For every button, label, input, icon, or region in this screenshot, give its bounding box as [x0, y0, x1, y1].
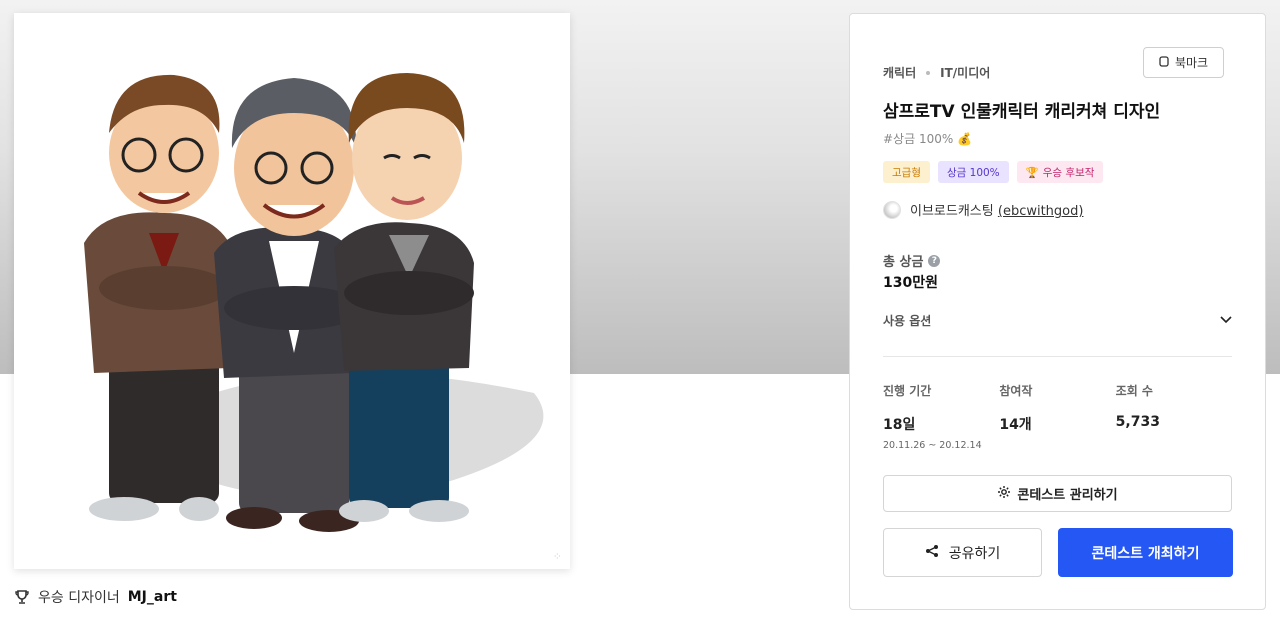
winner-designer: 우승 디자이너 MJ_art — [14, 586, 177, 608]
total-prize-value: 130만원 — [883, 275, 938, 291]
trophy-icon — [14, 589, 30, 605]
stat-period-range: 20.11.26 ~ 20.12.14 — [883, 440, 982, 451]
caricature-illustration — [84, 73, 544, 532]
winner-label: 우승 디자이너 — [38, 590, 120, 606]
stat-period: 진행 기간 18일 20.11.26 ~ 20.12.14 — [883, 382, 999, 451]
total-prize-label: 총 상금 ? — [883, 251, 941, 270]
share-icon — [925, 544, 939, 562]
winner-name[interactable]: MJ_art — [128, 589, 177, 605]
contest-title: 삼프로TV 인물캐릭터 캐리커쳐 디자인 — [883, 102, 1161, 122]
breadcrumb-category[interactable]: 캐릭터 — [883, 64, 916, 81]
stat-views-label: 조회 수 — [1115, 384, 1153, 398]
bookmark-button[interactable]: 북마크 — [1143, 47, 1224, 78]
money-bag-icon: 💰 — [957, 131, 973, 146]
person-left — [84, 74, 234, 521]
gear-icon — [997, 485, 1011, 503]
share-label: 공유하기 — [948, 545, 1001, 562]
breadcrumb-separator — [926, 70, 931, 75]
stat-period-label: 진행 기간 — [883, 384, 932, 398]
subtitle-text: #상금 100% — [883, 132, 954, 146]
bookmark-label: 북마크 — [1174, 56, 1209, 70]
badge-candidate: 🏆 우승 후보작 — [1016, 161, 1104, 183]
badge-list: 고급형 상금 100% 🏆 우승 후보작 — [883, 161, 1104, 183]
breadcrumb: 캐릭터 IT/미디어 — [883, 64, 990, 81]
stat-entries-label: 참여작 — [999, 384, 1033, 398]
manage-contest-button[interactable]: 콘테스트 관리하기 — [883, 475, 1232, 512]
host-name: 이브로드캐스팅 (ebcwithgod) — [910, 204, 1084, 219]
host-avatar — [883, 200, 901, 219]
chevron-down-icon — [1220, 313, 1232, 327]
host-contest-button[interactable]: 콘테스트 개최하기 — [1058, 528, 1233, 577]
host-handle[interactable]: (ebcwithgod) — [998, 204, 1084, 219]
manage-contest-label: 콘테스트 관리하기 — [1017, 488, 1118, 503]
stat-views: 조회 수 5,733 — [1116, 382, 1232, 451]
help-icon[interactable]: ? — [928, 254, 941, 267]
divider — [883, 356, 1232, 357]
trophy-icon: 🏆 — [1025, 166, 1039, 179]
host-info[interactable]: 이브로드캐스팅 (ebcwithgod) — [883, 200, 1083, 219]
watermark-icon: ⁘ — [552, 550, 562, 563]
badge-candidate-label: 우승 후보작 — [1042, 166, 1095, 179]
stat-entries-value: 14개 — [999, 417, 1032, 433]
winning-artwork[interactable]: ⁘ — [14, 13, 570, 569]
usage-option-label: 사용 옵션 — [883, 313, 932, 328]
contest-info-panel: 캐릭터 IT/미디어 북마크 삼프로TV 인물캐릭터 캐리커쳐 디자인 #상금 … — [849, 13, 1266, 610]
contest-subtitle: #상금 100% 💰 — [883, 130, 972, 147]
usage-option-toggle[interactable]: 사용 옵션 — [883, 310, 1232, 330]
stat-views-value: 5,733 — [1115, 414, 1160, 430]
breadcrumb-subcategory[interactable]: IT/미디어 — [940, 64, 990, 81]
badge-prize: 상금 100% — [937, 161, 1009, 183]
contest-stats: 진행 기간 18일 20.11.26 ~ 20.12.14 참여작 14개 조회… — [883, 382, 1232, 451]
badge-premium: 고급형 — [883, 161, 930, 183]
bookmark-icon — [1159, 55, 1169, 70]
stat-period-value: 18일 — [883, 417, 916, 433]
stat-entries: 참여작 14개 — [999, 382, 1115, 451]
share-button[interactable]: 공유하기 — [883, 528, 1042, 577]
